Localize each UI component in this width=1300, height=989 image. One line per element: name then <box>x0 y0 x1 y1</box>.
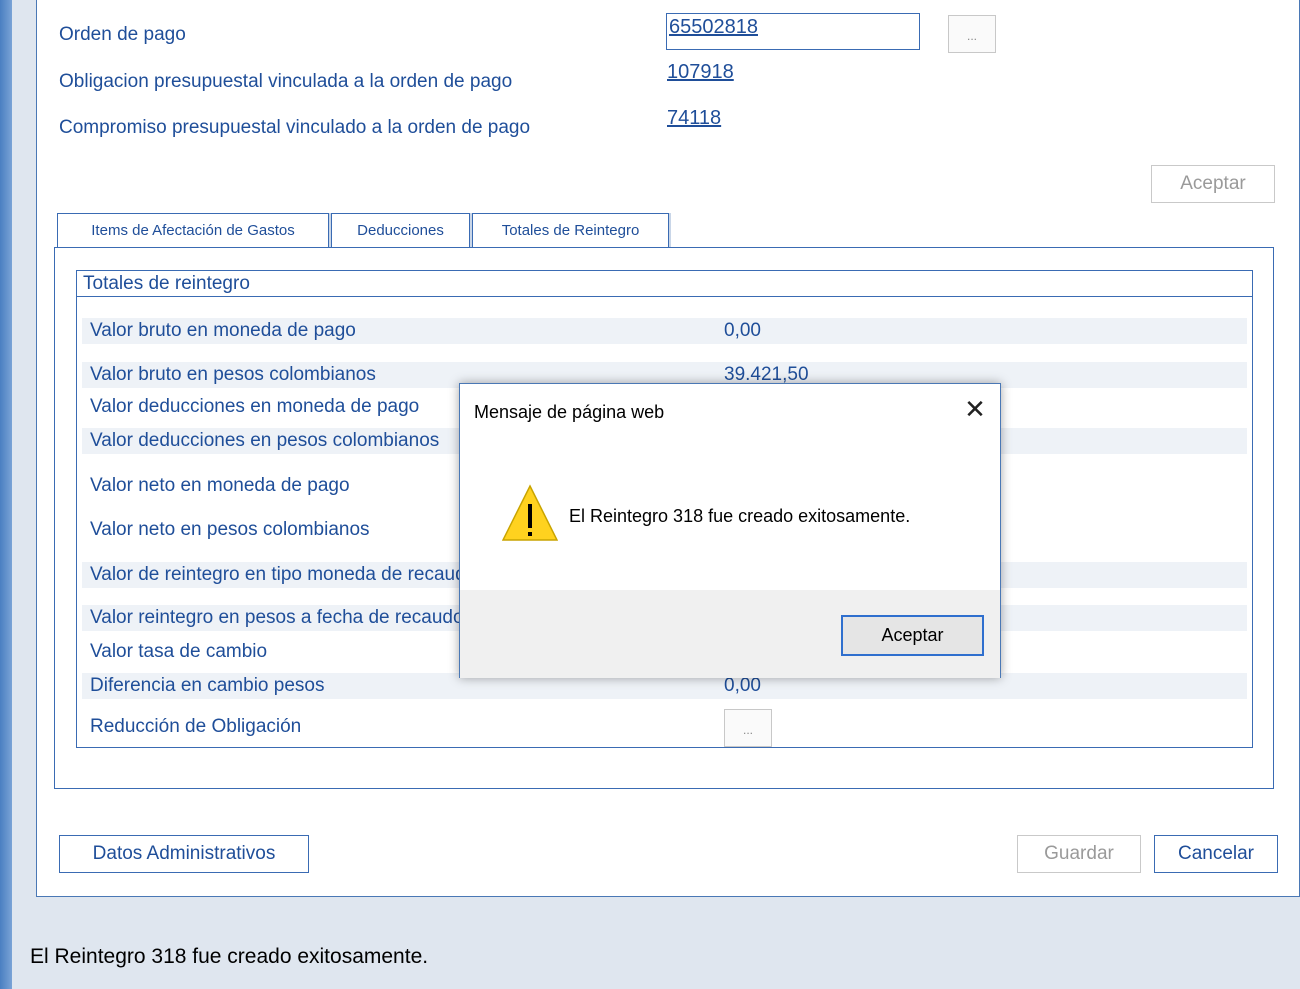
obligacion-label: Obligacion presupuestal vinculada a la o… <box>59 71 513 92</box>
row-value: 0,00 <box>724 320 761 341</box>
table-row: Reducción de Obligación <box>82 714 1247 740</box>
table-row: Valor bruto en moneda de pago 0,00 <box>82 318 1247 344</box>
row-label: Valor tasa de cambio <box>90 641 268 662</box>
orden-search-button[interactable]: ... <box>948 15 996 53</box>
row-label: Valor neto en moneda de pago <box>90 475 350 496</box>
orden-label: Orden de pago <box>59 24 186 45</box>
compromiso-link[interactable]: 74118 <box>667 107 721 130</box>
close-icon[interactable]: ✕ <box>960 394 990 424</box>
obligacion-link[interactable]: 107918 <box>667 61 734 84</box>
row-label: Valor neto en pesos colombianos <box>90 519 370 540</box>
status-message: El Reintegro 318 fue creado exitosamente… <box>30 945 429 968</box>
row-label: Valor reintegro en pesos a fecha de reca… <box>90 607 464 628</box>
orden-value-link[interactable]: 65502818 <box>669 16 758 39</box>
row-label: Reducción de Obligación <box>90 716 302 737</box>
left-accent-bar <box>0 0 12 989</box>
row-label: Valor de reintegro en tipo moneda de rec… <box>90 564 477 585</box>
guardar-button[interactable]: Guardar <box>1017 835 1141 873</box>
cancelar-button[interactable]: Cancelar <box>1154 835 1278 873</box>
row-label: Valor bruto en pesos colombianos <box>90 364 376 385</box>
reduccion-obligacion-button[interactable]: ... <box>724 709 772 747</box>
message-dialog: Mensaje de página web ✕ El Reintegro 318… <box>459 383 1001 678</box>
row-label: Valor deducciones en pesos colombianos <box>90 430 440 451</box>
tab-totales-reintegro[interactable]: Totales de Reintegro <box>472 213 669 248</box>
datos-administrativos-button[interactable]: Datos Administrativos <box>59 835 309 873</box>
aceptar-top-button[interactable]: Aceptar <box>1151 165 1275 203</box>
dialog-ok-button[interactable]: Aceptar <box>841 615 984 656</box>
row-label: Diferencia en cambio pesos <box>90 675 325 696</box>
tab-items-afectacion[interactable]: Items de Afectación de Gastos <box>57 213 329 247</box>
row-label: Valor bruto en moneda de pago <box>90 320 356 341</box>
totales-title: Totales de reintegro <box>77 271 1252 297</box>
dialog-footer: Aceptar <box>460 590 1000 678</box>
dialog-message: El Reintegro 318 fue creado exitosamente… <box>569 506 911 526</box>
orden-input[interactable]: 65502818 <box>666 13 920 50</box>
tab-deducciones[interactable]: Deducciones <box>331 213 470 247</box>
warning-icon <box>502 484 558 541</box>
compromiso-label: Compromiso presupuestal vinculado a la o… <box>59 117 531 138</box>
dialog-title: Mensaje de página web <box>474 402 665 422</box>
row-label: Valor deducciones en moneda de pago <box>90 396 420 417</box>
